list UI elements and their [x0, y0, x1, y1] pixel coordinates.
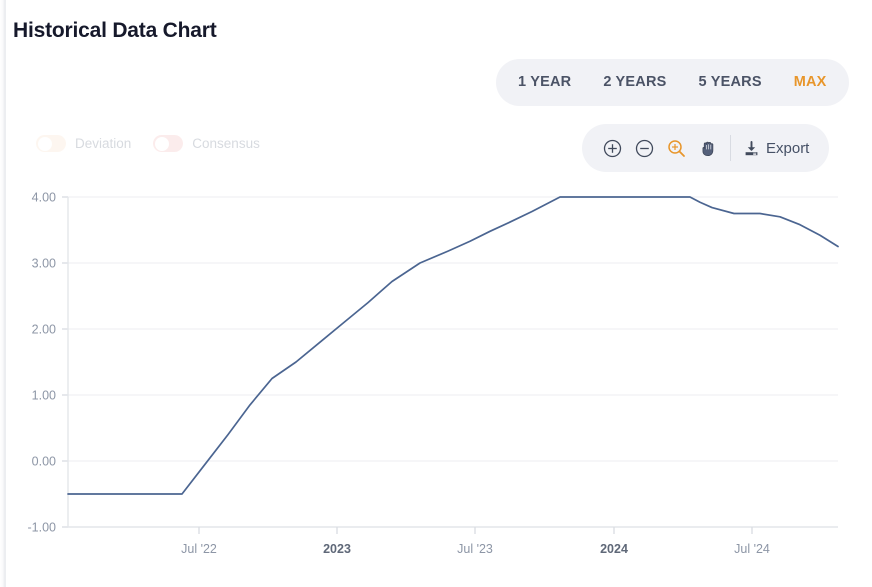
range-button-2-years[interactable]: 2 YEARS [587, 59, 682, 106]
y-axis-tick-label: -1.00 [28, 521, 57, 535]
y-axis-tick-label: 0.00 [32, 455, 56, 469]
historical-data-chart[interactable]: 4.003.002.001.000.00-1.00 Jul '222023Jul… [0, 178, 872, 558]
x-axis-tick-label: 2024 [600, 542, 628, 556]
chart-container[interactable]: 4.003.002.001.000.00-1.00 Jul '222023Jul… [0, 178, 872, 558]
y-axis-tick-label: 4.00 [32, 191, 56, 205]
chart-series [68, 197, 838, 494]
zoom-out-icon [635, 139, 654, 158]
range-button-5-years[interactable]: 5 YEARS [683, 59, 778, 106]
zoom-selection-icon [667, 139, 686, 158]
zoom-out-button[interactable] [628, 132, 660, 164]
series-toggles: Deviation Consensus [36, 135, 260, 152]
x-axis-tick-label: Jul '24 [734, 542, 770, 556]
toolbar-divider [730, 135, 731, 161]
zoom-in-icon [603, 139, 622, 158]
pan-hand-icon [699, 139, 718, 158]
chart-toolbar: Export [582, 124, 829, 172]
toggle-label-consensus: Consensus [192, 136, 260, 151]
pan-button[interactable] [692, 132, 724, 164]
export-label: Export [766, 140, 809, 157]
y-axis-tick-label: 2.00 [32, 323, 56, 337]
chart-x-axis: Jul '22 2023 Jul '23 2024 Jul '24 [68, 527, 838, 556]
download-icon [743, 140, 760, 157]
export-button[interactable]: Export [741, 140, 815, 157]
x-axis-tick-label: 2023 [323, 542, 351, 556]
time-range-selector: 1 YEAR 2 YEARS 5 YEARS MAX [496, 59, 849, 106]
toggle-deviation[interactable]: Deviation [36, 135, 131, 152]
chart-line-policy-rate [68, 197, 838, 494]
x-axis-tick-label: Jul '23 [457, 542, 493, 556]
toggle-knob [38, 137, 52, 151]
x-axis-tick-label: Jul '22 [181, 542, 217, 556]
y-axis-tick-label: 1.00 [32, 389, 56, 403]
chart-y-axis: 4.00 3.00 2.00 1.00 0.00 -1.00 [28, 191, 69, 535]
zoom-in-button[interactable] [596, 132, 628, 164]
toggle-knob [155, 137, 169, 151]
y-axis-tick-label: 3.00 [32, 257, 56, 271]
toggle-label-deviation: Deviation [75, 136, 131, 151]
chart-gridlines [62, 197, 838, 527]
toggle-consensus[interactable]: Consensus [153, 135, 260, 152]
toggle-switch-icon[interactable] [153, 135, 183, 152]
range-button-1-year[interactable]: 1 YEAR [502, 59, 587, 106]
zoom-selection-button[interactable] [660, 132, 692, 164]
toggle-switch-icon[interactable] [36, 135, 66, 152]
range-button-max[interactable]: MAX [778, 59, 843, 106]
page-title: Historical Data Chart [13, 19, 217, 43]
